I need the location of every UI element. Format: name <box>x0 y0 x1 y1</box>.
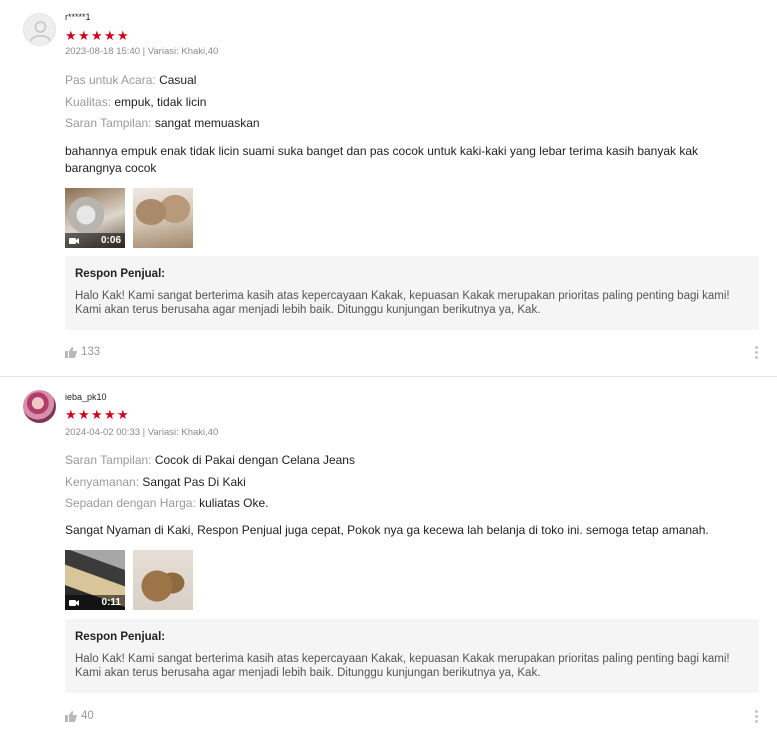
seller-response-text: Halo Kak! Kami sangat berterima kasih at… <box>75 653 730 679</box>
review-media: 0:06 <box>65 188 193 248</box>
attribute-key: Sepadan dengan Harga: <box>65 496 196 510</box>
review-attribute: Pas untuk Acara: Casual <box>65 73 196 87</box>
review-attribute: Kualitas: empuk, tidak licin <box>65 95 206 109</box>
review-comment: bahannya empuk enak tidak licin suami su… <box>65 144 699 175</box>
like-count: 133 <box>81 346 101 358</box>
seller-response-text: Halo Kak! Kami sangat berterima kasih at… <box>75 290 730 316</box>
more-vertical-icon[interactable] <box>755 710 758 723</box>
star-icon: ★ <box>91 28 103 43</box>
like-button[interactable]: 40 <box>65 710 94 722</box>
review-attribute: Kenyamanan: Sangat Pas Di Kaki <box>65 475 246 489</box>
attribute-key: Saran Tampilan: <box>65 453 152 467</box>
attribute-value: Cocok di Pakai dengan Celana Jeans <box>154 453 355 467</box>
video-camera-icon <box>69 599 79 606</box>
seller-response: Respon Penjual: Halo Kak! Kami sangat be… <box>65 256 759 330</box>
review-attribute: Sepadan dengan Harga: kuliatas Oke. <box>65 496 269 510</box>
attribute-key: Kualitas: <box>65 95 112 109</box>
more-vertical-icon[interactable] <box>755 346 758 359</box>
star-icon: ★ <box>65 407 77 422</box>
reviewer-username[interactable]: r*****1 <box>65 12 91 22</box>
attribute-key: Saran Tampilan: <box>65 116 152 130</box>
photo-thumbnail[interactable] <box>133 550 193 610</box>
seller-response-title: Respon Penjual: <box>75 268 166 280</box>
star-icon: ★ <box>65 28 77 43</box>
like-button[interactable]: 133 <box>65 346 100 358</box>
rating-stars: ★ ★ ★ ★ ★ <box>65 407 129 422</box>
review-item: r*****1 ★ ★ ★ ★ ★ 2023-08-18 15:40 | Var… <box>0 0 777 376</box>
attribute-value: Sangat Pas Di Kaki <box>142 475 246 489</box>
review-media: 0:11 <box>65 550 193 610</box>
star-icon: ★ <box>104 407 116 422</box>
review-item: ieba_pk10 ★ ★ ★ ★ ★ 2024-04-02 00:33 | V… <box>0 377 777 736</box>
user-placeholder-icon <box>30 21 51 42</box>
review-attribute: Saran Tampilan: Cocok di Pakai dengan Ce… <box>65 453 355 467</box>
star-icon: ★ <box>117 28 129 43</box>
video-camera-icon <box>69 237 79 244</box>
avatar[interactable] <box>23 13 56 46</box>
avatar[interactable] <box>23 390 56 423</box>
thumbs-up-icon <box>65 710 77 722</box>
attribute-key: Pas untuk Acara: <box>65 73 156 87</box>
review-attribute: Saran Tampilan: sangat memuaskan <box>65 116 260 130</box>
like-count: 40 <box>81 710 94 722</box>
video-duration: 0:06 <box>100 235 121 246</box>
review-date-variation: 2023-08-18 15:40 | Variasi: Khaki,40 <box>65 46 219 57</box>
photo-thumbnail[interactable] <box>133 188 193 248</box>
attribute-key: Kenyamanan: <box>65 475 140 489</box>
seller-response-title: Respon Penjual: <box>75 631 166 643</box>
review-date-variation: 2024-04-02 00:33 | Variasi: Khaki,40 <box>65 427 219 438</box>
video-duration-bar: 0:06 <box>65 233 125 248</box>
attribute-value: kuliatas Oke. <box>199 496 269 510</box>
star-icon: ★ <box>91 407 103 422</box>
video-thumbnail[interactable]: 0:06 <box>65 188 125 248</box>
review-comment: Sangat Nyaman di Kaki, Respon Penjual ju… <box>65 523 709 537</box>
attribute-value: Casual <box>159 73 197 87</box>
video-duration: 0:11 <box>101 597 121 608</box>
attribute-value: empuk, tidak licin <box>114 95 207 109</box>
attribute-value: sangat memuaskan <box>154 116 260 130</box>
thumbs-up-icon <box>65 346 77 358</box>
star-icon: ★ <box>104 28 116 43</box>
video-duration-bar: 0:11 <box>65 595 125 610</box>
video-thumbnail[interactable]: 0:11 <box>65 550 125 610</box>
rating-stars: ★ ★ ★ ★ ★ <box>65 28 129 43</box>
seller-response: Respon Penjual: Halo Kak! Kami sangat be… <box>65 619 759 693</box>
star-icon: ★ <box>78 28 90 43</box>
star-icon: ★ <box>78 407 90 422</box>
star-icon: ★ <box>117 407 129 422</box>
reviewer-username[interactable]: ieba_pk10 <box>65 392 107 402</box>
